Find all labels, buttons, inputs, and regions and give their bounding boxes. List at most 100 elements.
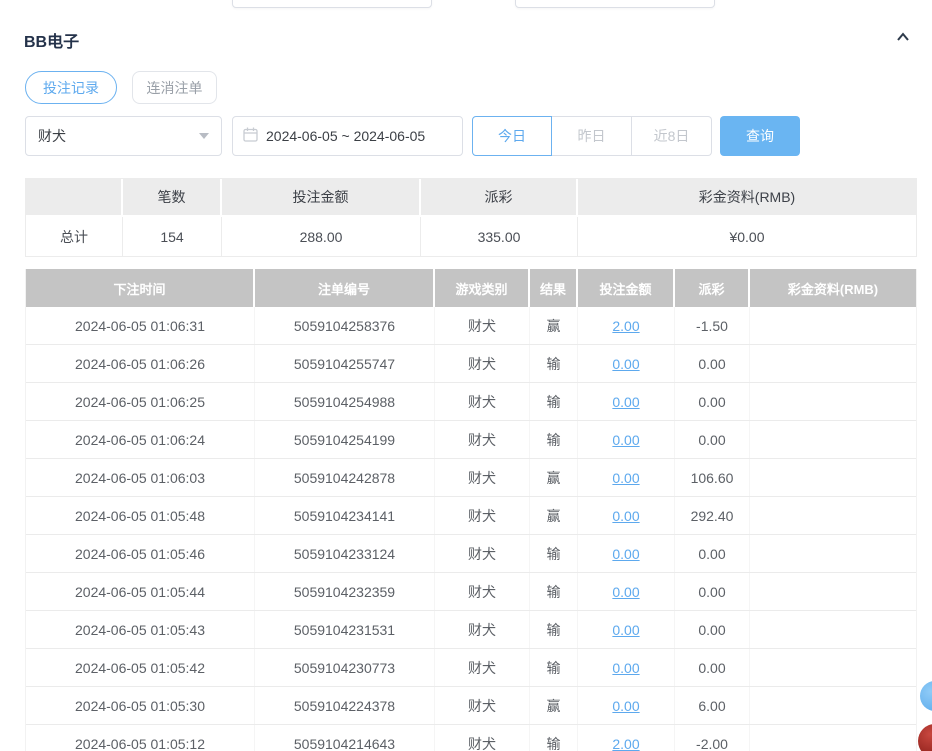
records-body: 2024-06-05 01:06:31 5059104258376 财犬 赢 2… (26, 307, 916, 751)
bonus-cell (750, 497, 916, 534)
query-button[interactable]: 查询 (720, 116, 800, 156)
bet-amount-cell: 0.00 (578, 497, 675, 534)
summary-total-label: 总计 (26, 217, 123, 256)
clipped-input-left[interactable] (232, 0, 432, 8)
payout-cell: -2.00 (675, 725, 750, 751)
summary-table: 笔数 投注金额 派彩 彩金资料(RMB) 总计 154 288.00 335.0… (25, 178, 917, 257)
bet-amount-link[interactable]: 2.00 (612, 736, 639, 751)
bet-time-cell: 2024-06-05 01:05:48 (26, 497, 255, 534)
table-row: 2024-06-05 01:06:26 5059104255747 财犬 输 0… (26, 345, 916, 383)
order-no-cell: 5059104234141 (255, 497, 435, 534)
game-type-cell: 财犬 (435, 573, 530, 610)
bet-amount-link[interactable]: 0.00 (612, 394, 639, 410)
calendar-icon (243, 127, 266, 145)
result-cell: 赢 (530, 459, 578, 496)
summary-header-blank (26, 179, 123, 217)
bet-time-cell: 2024-06-05 01:05:12 (26, 725, 255, 751)
bet-amount-link[interactable]: 0.00 (612, 470, 639, 486)
clipped-input-right[interactable] (515, 0, 715, 8)
bet-time-cell: 2024-06-05 01:05:43 (26, 611, 255, 648)
bet-amount-link[interactable]: 0.00 (612, 432, 639, 448)
bonus-cell (750, 535, 916, 572)
summary-total-count: 154 (123, 217, 222, 256)
bet-amount-cell: 2.00 (578, 725, 675, 751)
bet-time-cell: 2024-06-05 01:05:46 (26, 535, 255, 572)
result-cell: 输 (530, 725, 578, 751)
bet-amount-cell: 0.00 (578, 573, 675, 610)
game-type-cell: 财犬 (435, 497, 530, 534)
payout-cell: -1.50 (675, 307, 750, 344)
order-no-cell: 5059104242878 (255, 459, 435, 496)
bonus-cell (750, 383, 916, 420)
bet-amount-link[interactable]: 0.00 (612, 546, 639, 562)
result-cell: 输 (530, 649, 578, 686)
table-row: 2024-06-05 01:05:43 5059104231531 财犬 输 0… (26, 611, 916, 649)
summary-header-bet-amount: 投注金额 (222, 179, 421, 217)
order-no-cell: 5059104255747 (255, 345, 435, 382)
order-no-cell: 5059104254199 (255, 421, 435, 458)
order-no-cell: 5059104230773 (255, 649, 435, 686)
col-header-bonus: 彩金资料(RMB) (750, 269, 916, 307)
order-no-cell: 5059104232359 (255, 573, 435, 610)
bet-amount-cell: 0.00 (578, 535, 675, 572)
bonus-cell (750, 573, 916, 610)
order-no-cell: 5059104233124 (255, 535, 435, 572)
col-header-bet-time: 下注时间 (26, 269, 255, 307)
order-no-cell: 5059104254988 (255, 383, 435, 420)
payout-cell: 0.00 (675, 535, 750, 572)
bonus-cell (750, 687, 916, 724)
game-select-value: 财犬 (38, 126, 66, 146)
date-range-input[interactable]: 2024-06-05 ~ 2024-06-05 (232, 116, 463, 156)
bet-amount-cell: 0.00 (578, 421, 675, 458)
bet-time-cell: 2024-06-05 01:06:24 (26, 421, 255, 458)
bet-amount-cell: 2.00 (578, 307, 675, 344)
game-type-cell: 财犬 (435, 611, 530, 648)
col-header-payout: 派彩 (675, 269, 750, 307)
col-header-result: 结果 (530, 269, 578, 307)
game-type-cell: 财犬 (435, 725, 530, 751)
order-no-cell: 5059104231531 (255, 611, 435, 648)
bet-amount-link[interactable]: 0.00 (612, 508, 639, 524)
bet-amount-link[interactable]: 0.00 (612, 698, 639, 714)
bet-amount-link[interactable]: 0.00 (612, 622, 639, 638)
bet-amount-link[interactable]: 0.00 (612, 356, 639, 372)
bet-time-cell: 2024-06-05 01:05:30 (26, 687, 255, 724)
range-yesterday-button[interactable]: 昨日 (552, 116, 632, 156)
table-row: 2024-06-05 01:05:30 5059104224378 财犬 赢 0… (26, 687, 916, 725)
payout-cell: 0.00 (675, 421, 750, 458)
table-row: 2024-06-05 01:06:25 5059104254988 财犬 输 0… (26, 383, 916, 421)
records-table: 下注时间 注单编号 游戏类别 结果 投注金额 派彩 彩金资料(RMB) 2024… (25, 269, 917, 751)
game-type-cell: 财犬 (435, 687, 530, 724)
summary-header-payout: 派彩 (421, 179, 578, 217)
floating-service-button[interactable] (920, 681, 932, 711)
betting-records-panel: BB电子 投注记录 连消注单 财犬 2024-06-05 ~ 2024-06-0… (0, 0, 932, 751)
payout-cell: 0.00 (675, 649, 750, 686)
result-cell: 输 (530, 611, 578, 648)
game-type-cell: 财犬 (435, 535, 530, 572)
collapse-section-button[interactable] (891, 27, 915, 51)
col-header-bet-amount: 投注金额 (578, 269, 675, 307)
bet-amount-cell: 0.00 (578, 383, 675, 420)
floating-promo-button[interactable] (918, 724, 932, 751)
tab-cancelled-orders[interactable]: 连消注单 (132, 71, 217, 104)
range-today-button[interactable]: 今日 (472, 116, 552, 156)
payout-cell: 106.60 (675, 459, 750, 496)
bet-amount-cell: 0.00 (578, 649, 675, 686)
bonus-cell (750, 649, 916, 686)
table-row: 2024-06-05 01:05:46 5059104233124 财犬 输 0… (26, 535, 916, 573)
tab-betting-records[interactable]: 投注记录 (25, 71, 117, 104)
result-cell: 赢 (530, 497, 578, 534)
bonus-cell (750, 421, 916, 458)
game-select[interactable]: 财犬 (25, 116, 222, 156)
caret-down-icon (199, 133, 209, 139)
result-cell: 输 (530, 535, 578, 572)
bet-amount-link[interactable]: 2.00 (612, 318, 639, 334)
payout-cell: 0.00 (675, 383, 750, 420)
quick-range-group: 今日 昨日 近8日 (472, 116, 712, 156)
page-title: BB电子 (24, 28, 79, 52)
summary-total-bet-amount: 288.00 (222, 217, 421, 256)
bet-amount-link[interactable]: 0.00 (612, 584, 639, 600)
bet-time-cell: 2024-06-05 01:06:25 (26, 383, 255, 420)
bet-amount-link[interactable]: 0.00 (612, 660, 639, 676)
range-last8days-button[interactable]: 近8日 (632, 116, 712, 156)
